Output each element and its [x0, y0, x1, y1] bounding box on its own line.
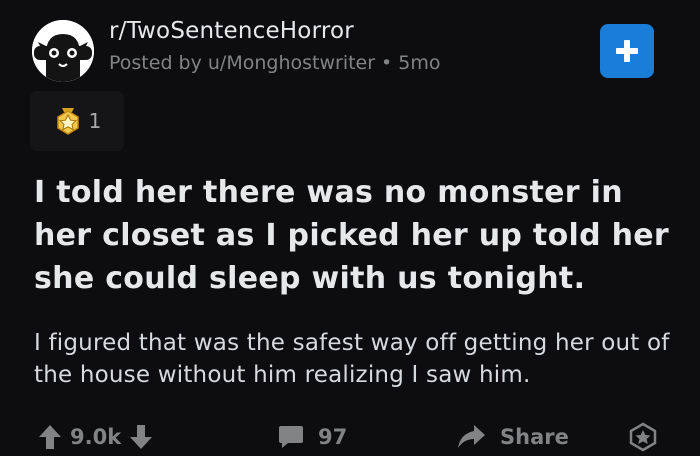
comment-bubble-icon: [279, 426, 303, 448]
post-body: I figured that was the safest way off ge…: [34, 330, 670, 388]
award-icon: [56, 108, 79, 135]
comments-button[interactable]: 97: [278, 418, 347, 456]
post-meta: Posted by u/Monghostwriter • 5mo: [109, 52, 441, 74]
meta-separator: •: [381, 52, 393, 74]
give-award-button[interactable]: [628, 418, 658, 456]
share-button[interactable]: Share: [456, 418, 569, 456]
join-button[interactable]: [600, 24, 654, 78]
award-outline-icon: [629, 422, 657, 452]
comment-count: 97: [318, 425, 348, 449]
post-header: r/TwoSentenceHorror Posted by u/Monghost…: [32, 14, 672, 84]
upvote-arrow-icon[interactable]: [38, 424, 62, 450]
plus-icon: [616, 40, 638, 62]
award-count: 1: [88, 109, 102, 133]
vote-count: 9.0k: [70, 425, 122, 449]
downvote-arrow-icon[interactable]: [129, 424, 153, 450]
share-label: Share: [500, 425, 569, 449]
award-badge[interactable]: 1: [30, 91, 124, 151]
subreddit-avatar[interactable]: [32, 20, 94, 82]
post-age: 5mo: [398, 52, 441, 74]
posted-by-link[interactable]: Posted by u/Monghostwriter: [109, 52, 375, 74]
post-title: I told her there was no monster in her c…: [34, 175, 669, 296]
vote-control: 9.0k: [38, 418, 153, 456]
share-arrow-icon: [458, 425, 485, 448]
post-actions-bar: 9.0k 97 Share: [0, 418, 700, 456]
subreddit-name[interactable]: r/TwoSentenceHorror: [109, 18, 354, 44]
ghost-icon: [32, 20, 94, 82]
